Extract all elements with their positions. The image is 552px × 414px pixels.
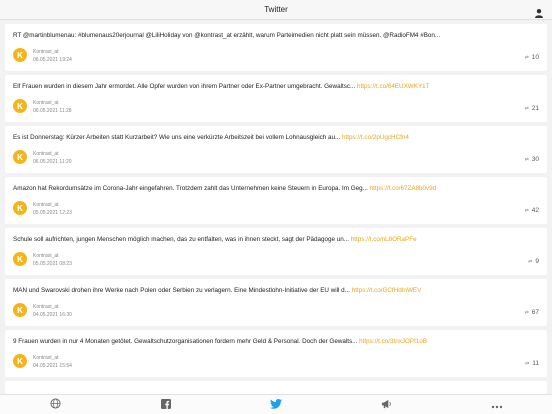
- tweet-card[interactable]: Es ist Donnerstag: Kürzer Arbeiten statt…: [5, 126, 547, 173]
- retweet-icon: ⇄: [524, 207, 529, 214]
- tweet-author: Kontrast_at: [33, 355, 59, 361]
- tweet-author: Kontrast_at: [33, 304, 59, 310]
- tweet-text: 9 Frauen wurden in nur 4 Monaten getötet…: [13, 338, 533, 345]
- tweet-author: Kontrast_at: [33, 100, 59, 106]
- retweet-icon: ⇄: [525, 360, 530, 367]
- tweet-body: Elf Frauen wurden in diesem Jahr ermorde…: [13, 83, 356, 90]
- tweet-body: MAN und Swarovski drohen ihre Werke nach…: [13, 287, 350, 294]
- tweet-text: Es ist Donnerstag: Kürzer Arbeiten statt…: [13, 134, 533, 141]
- tab-announcements[interactable]: [366, 395, 406, 414]
- tab-facebook[interactable]: [146, 395, 186, 414]
- top-bar: Twitter: [0, 0, 552, 20]
- bottom-tab-bar: [0, 394, 552, 414]
- tweet-date: 06.05.2021 19:24: [33, 57, 72, 63]
- retweet-count: 30: [531, 156, 539, 163]
- tweet-feed[interactable]: RT @martinblumenau: #blumenaus20erjourna…: [5, 24, 547, 394]
- globe-icon: [50, 396, 61, 414]
- tweet-card[interactable]: RT @martinblumenau: #blumenaus20erjourna…: [5, 24, 547, 71]
- retweet-count: 11: [532, 360, 539, 367]
- tweet-text: Amazon hat Rekordumsätze im Corona-Jahr …: [13, 185, 533, 192]
- tab-more[interactable]: [477, 395, 517, 414]
- tweet-date: 06.05.2021 11:20: [33, 159, 72, 165]
- tweet-body: Schule soll aufrichten, jungen Menschen …: [13, 236, 350, 243]
- twitter-bird-icon: [269, 396, 282, 414]
- retweet-icon: ⇄: [524, 156, 529, 163]
- retweet-icon: ⇄: [524, 105, 529, 112]
- retweet-count: 21: [531, 105, 539, 112]
- page-title: Twitter: [264, 5, 288, 14]
- more-dots-icon: [491, 396, 503, 414]
- retweet-icon: ⇄: [524, 309, 529, 316]
- kontrast-logo-icon: K: [13, 99, 27, 113]
- kontrast-logo-icon: K: [13, 150, 27, 164]
- tweet-date: 05.05.2021 12:23: [33, 210, 72, 216]
- retweet-count: 9: [535, 258, 539, 265]
- tweet-date: 06.05.2021 11:28: [33, 108, 72, 114]
- tweet-author: Kontrast_at: [33, 49, 59, 55]
- retweet-counter: ⇄ 67: [525, 309, 539, 316]
- kontrast-logo-icon: K: [13, 252, 27, 266]
- kontrast-logo-icon: K: [13, 303, 27, 317]
- kontrast-logo-icon: K: [13, 354, 27, 368]
- facebook-icon: [160, 396, 171, 414]
- tweet-link[interactable]: https://t.co/GCfHdInWEV: [352, 287, 422, 294]
- tweet-body: 9 Frauen wurden in nur 4 Monaten getötet…: [13, 338, 358, 345]
- tab-twitter[interactable]: [256, 395, 296, 414]
- retweet-counter: ⇄ 10: [525, 54, 539, 61]
- tweet-card[interactable]: MAN und Swarovski drohen ihre Werke nach…: [5, 279, 547, 326]
- retweet-counter: ⇄ 42: [525, 207, 539, 214]
- tweet-author: Kontrast_at: [33, 151, 59, 157]
- tweet-body: Es ist Donnerstag: Kürzer Arbeiten statt…: [13, 134, 341, 141]
- tweet-text: MAN und Swarovski drohen ihre Werke nach…: [13, 287, 533, 294]
- tweet-card[interactable]: 9 Frauen wurden in nur 4 Monaten getötet…: [5, 330, 547, 377]
- tweet-date: 04.05.2021 16:30: [33, 312, 72, 318]
- tweet-card[interactable]: Amazon hat Rekordumsätze im Corona-Jahr …: [5, 177, 547, 224]
- kontrast-logo-icon: K: [13, 48, 27, 62]
- tweet-card[interactable]: Schule soll aufrichten, jungen Menschen …: [5, 228, 547, 275]
- retweet-count: 10: [531, 54, 539, 61]
- tweet-body: RT @martinblumenau: #blumenaus20erjourna…: [13, 32, 441, 39]
- megaphone-icon: [381, 396, 392, 414]
- retweet-icon: ⇄: [528, 258, 533, 265]
- tweet-link[interactable]: https://t.co/67ZA8b0v9d: [370, 185, 437, 192]
- retweet-counter: ⇄ 21: [525, 105, 539, 112]
- retweet-counter: ⇄ 9: [528, 258, 539, 265]
- retweet-counter: ⇄ 30: [525, 156, 539, 163]
- retweet-icon: ⇄: [524, 54, 529, 61]
- tweet-text: Schule soll aufrichten, jungen Menschen …: [13, 236, 533, 243]
- tweet-text: Elf Frauen wurden in diesem Jahr ermorde…: [13, 83, 533, 90]
- tweet-body: Amazon hat Rekordumsätze im Corona-Jahr …: [13, 185, 368, 192]
- tweet-link[interactable]: https://t.co/2pUgcHCfn4: [342, 134, 409, 141]
- tweet-card[interactable]: Elf Frauen wurden in diesem Jahr ermorde…: [5, 75, 547, 122]
- tweet-card-partial[interactable]: [5, 381, 547, 394]
- tweet-author: Kontrast_at: [33, 202, 59, 208]
- tweet-link[interactable]: https://t.co/3tnxJOPt1oB: [359, 338, 427, 345]
- retweet-counter: ⇄ 11: [525, 360, 539, 367]
- retweet-count: 42: [531, 207, 539, 214]
- tweet-text: RT @martinblumenau: #blumenaus20erjourna…: [13, 32, 533, 39]
- retweet-count: 67: [531, 309, 539, 316]
- tweet-date: 05.05.2021 08:23: [33, 261, 72, 267]
- tweet-link[interactable]: https://t.co/nL8ORaPFe: [351, 236, 417, 243]
- tab-web[interactable]: [35, 395, 75, 414]
- tweet-date: 04.05.2021 15:54: [33, 363, 72, 369]
- user-icon[interactable]: [534, 5, 544, 18]
- tweet-link[interactable]: https://t.co/64EUXWKY1T: [357, 83, 429, 90]
- kontrast-logo-icon: K: [13, 201, 27, 215]
- tweet-author: Kontrast_at: [33, 253, 59, 259]
